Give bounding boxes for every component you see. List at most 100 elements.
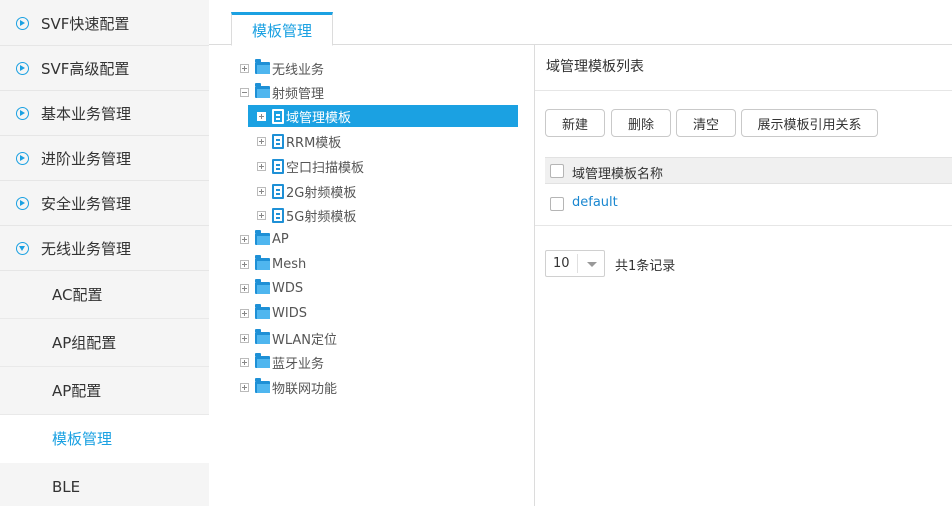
expand-plus-icon[interactable] bbox=[240, 234, 249, 244]
menu-item-label: 基本业务管理 bbox=[41, 105, 132, 123]
tree-node-label: 无线业务 bbox=[272, 62, 325, 78]
tree-node-label: 5G射频模板 bbox=[286, 209, 357, 225]
divider bbox=[535, 225, 952, 226]
tree-node-wlan-location[interactable]: WLAN定位 bbox=[240, 327, 337, 349]
collapse-minus-icon[interactable] bbox=[240, 87, 249, 97]
column-header-template-name: 域管理模板名称 bbox=[572, 167, 664, 182]
document-icon bbox=[272, 207, 284, 223]
sub-item-template-management[interactable]: 模板管理 bbox=[0, 415, 209, 463]
tree-node-wds[interactable]: WDS bbox=[240, 277, 303, 299]
tree-node-radio-management[interactable]: 射频管理 bbox=[240, 81, 324, 103]
menu-item-svf-quick[interactable]: SVF快速配置 bbox=[0, 2, 209, 46]
folder-icon bbox=[255, 353, 270, 368]
record-count: 共1条记录 bbox=[615, 259, 676, 274]
sub-item-label: BLE bbox=[52, 477, 81, 496]
expand-plus-icon[interactable] bbox=[240, 259, 249, 269]
document-icon bbox=[272, 133, 284, 149]
expand-plus-icon[interactable] bbox=[240, 333, 249, 343]
tree-node-air-scan-template[interactable]: 空口扫描模板 bbox=[257, 155, 364, 177]
menu-item-advanced-service[interactable]: 进阶业务管理 bbox=[0, 137, 209, 181]
template-tree: 无线业务 射频管理 域管理模板 RRM模板 空口扫描模板 2G射频模板 5G射频… bbox=[209, 45, 535, 506]
expand-plus-icon[interactable] bbox=[257, 161, 266, 171]
tree-node-rrm-template[interactable]: RRM模板 bbox=[257, 130, 341, 152]
folder-icon bbox=[255, 230, 270, 245]
tree-node-label: 物联网功能 bbox=[272, 381, 338, 397]
tree-node-label: AP bbox=[272, 231, 289, 247]
expand-plus-icon[interactable] bbox=[240, 357, 249, 367]
circle-arrow-right-icon bbox=[16, 62, 29, 75]
divider bbox=[535, 90, 952, 91]
sub-item-ble[interactable]: BLE bbox=[0, 463, 209, 506]
expand-plus-icon[interactable] bbox=[257, 210, 266, 220]
folder-icon bbox=[255, 304, 270, 319]
tree-node-domain-template[interactable]: 域管理模板 bbox=[248, 105, 518, 127]
circle-arrow-right-icon bbox=[16, 152, 29, 165]
tree-node-label: 空口扫描模板 bbox=[286, 160, 365, 176]
sub-item-ac-config[interactable]: AC配置 bbox=[0, 271, 209, 319]
folder-icon bbox=[255, 83, 270, 98]
tree-node-wireless-service[interactable]: 无线业务 bbox=[240, 57, 324, 79]
tree-node-wids[interactable]: WIDS bbox=[240, 302, 307, 324]
expand-plus-icon[interactable] bbox=[240, 382, 249, 392]
sub-item-ap-config[interactable]: AP配置 bbox=[0, 367, 209, 415]
tree-node-label: WDS bbox=[272, 280, 304, 296]
page-size-select[interactable]: 10 bbox=[545, 250, 605, 277]
folder-icon bbox=[255, 378, 270, 393]
folder-icon bbox=[255, 279, 270, 294]
sub-item-label: AC配置 bbox=[52, 286, 103, 304]
tree-node-ap[interactable]: AP bbox=[240, 228, 289, 250]
circle-arrow-right-icon bbox=[16, 197, 29, 210]
app-root: SVF快速配置 SVF高级配置 基本业务管理 进阶业务管理 安全业务管理 无线业… bbox=[0, 0, 952, 506]
tree-node-2g-radio-template[interactable]: 2G射频模板 bbox=[257, 180, 356, 202]
expand-plus-icon[interactable] bbox=[240, 63, 249, 73]
tab-bar: 模板管理 bbox=[209, 0, 952, 46]
expand-plus-icon[interactable] bbox=[240, 308, 249, 318]
sub-item-label: AP配置 bbox=[52, 382, 102, 400]
delete-button[interactable]: 删除 bbox=[611, 109, 671, 137]
select-all-checkbox[interactable] bbox=[550, 164, 564, 178]
folder-icon bbox=[255, 329, 270, 344]
expand-plus-icon[interactable] bbox=[257, 186, 266, 196]
tree-node-5g-radio-template[interactable]: 5G射频模板 bbox=[257, 204, 356, 226]
menu-item-label: 安全业务管理 bbox=[41, 195, 132, 213]
document-icon bbox=[272, 108, 284, 124]
table-header: 域管理模板名称 bbox=[545, 157, 952, 184]
menu-item-label: SVF高级配置 bbox=[41, 60, 130, 78]
row-checkbox[interactable] bbox=[550, 197, 564, 211]
left-sidebar: SVF快速配置 SVF高级配置 基本业务管理 进阶业务管理 安全业务管理 无线业… bbox=[0, 0, 209, 506]
panel-divider bbox=[534, 45, 535, 506]
menu-item-security-service[interactable]: 安全业务管理 bbox=[0, 182, 209, 226]
select-separator bbox=[577, 254, 578, 273]
menu-item-svf-advanced[interactable]: SVF高级配置 bbox=[0, 47, 209, 91]
folder-icon bbox=[255, 59, 270, 74]
new-button[interactable]: 新建 bbox=[545, 109, 605, 137]
expand-plus-icon[interactable] bbox=[257, 136, 266, 146]
circle-arrow-right-icon bbox=[16, 17, 29, 30]
menu-item-label: SVF快速配置 bbox=[41, 15, 130, 33]
sub-item-ap-group-config[interactable]: AP组配置 bbox=[0, 319, 209, 367]
sub-item-label: 模板管理 bbox=[52, 430, 113, 448]
document-icon bbox=[272, 158, 284, 174]
menu-item-label: 无线业务管理 bbox=[41, 240, 132, 258]
tree-node-mesh[interactable]: Mesh bbox=[240, 253, 306, 275]
tree-node-iot[interactable]: 物联网功能 bbox=[240, 376, 337, 398]
tree-node-bluetooth[interactable]: 蓝牙业务 bbox=[240, 351, 324, 373]
circle-arrow-right-icon bbox=[16, 107, 29, 120]
menu-item-wireless-service[interactable]: 无线业务管理 bbox=[0, 227, 209, 271]
expand-plus-icon[interactable] bbox=[257, 111, 266, 121]
tab-template-management[interactable]: 模板管理 bbox=[231, 12, 333, 46]
show-template-refs-button[interactable]: 展示模板引用关系 bbox=[741, 109, 878, 137]
tab-label: 模板管理 bbox=[251, 21, 312, 40]
tree-node-label: 2G射频模板 bbox=[286, 185, 357, 201]
caret-down-icon bbox=[587, 262, 597, 267]
clear-button[interactable]: 清空 bbox=[676, 109, 736, 137]
tree-node-label: 域管理模板 bbox=[286, 110, 352, 126]
menu-item-basic-service[interactable]: 基本业务管理 bbox=[0, 92, 209, 136]
expand-plus-icon[interactable] bbox=[240, 283, 249, 293]
tree-node-label: RRM模板 bbox=[286, 135, 342, 151]
folder-icon bbox=[255, 255, 270, 270]
circle-arrow-down-icon bbox=[16, 242, 29, 255]
menu-item-label: 进阶业务管理 bbox=[41, 150, 132, 168]
sub-item-label: AP组配置 bbox=[52, 334, 117, 352]
template-name-link[interactable]: default bbox=[572, 195, 618, 210]
